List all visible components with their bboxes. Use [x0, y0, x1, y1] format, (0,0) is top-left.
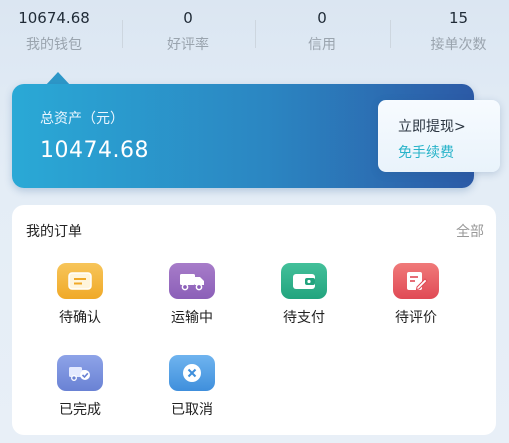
- stat-label: 我的钱包: [26, 37, 82, 53]
- fee-free-label: 免手续费: [398, 145, 454, 161]
- pending-confirm-icon: [57, 263, 103, 299]
- stat-label: 信用: [308, 37, 336, 53]
- divider: [390, 20, 391, 48]
- order-status-label: 已完成: [59, 402, 101, 418]
- divider: [255, 20, 256, 48]
- order-status-label: 已取消: [171, 402, 213, 418]
- wallet-icon: [281, 263, 327, 299]
- completed-delivery-icon: [57, 355, 103, 391]
- stat-credit[interactable]: 0 信用: [282, 8, 362, 54]
- order-status-label: 待支付: [283, 310, 325, 326]
- withdraw-button[interactable]: 立即提现> 免手续费: [378, 100, 500, 172]
- orders-title: 我的订单: [26, 224, 82, 240]
- order-status-label: 待确认: [59, 310, 101, 326]
- stat-value: 0: [183, 9, 193, 27]
- stat-wallet[interactable]: 10674.68 我的钱包: [8, 8, 100, 54]
- truck-icon: [169, 263, 215, 299]
- order-status-label: 运输中: [171, 310, 213, 326]
- asset-amount: 10474.68: [40, 138, 149, 163]
- order-status-pending-confirm[interactable]: 待确认: [40, 263, 120, 327]
- stat-label: 接单次数: [430, 37, 487, 53]
- stat-label: 好评率: [167, 37, 209, 53]
- divider: [122, 20, 123, 48]
- order-status-label: 待评价: [395, 310, 437, 326]
- asset-title: 总资产（元）: [40, 111, 124, 127]
- stat-value: 10674.68: [18, 9, 90, 27]
- stat-orders-count[interactable]: 15 接单次数: [416, 8, 501, 54]
- stat-rating[interactable]: 0 好评率: [148, 8, 228, 54]
- order-status-cancelled[interactable]: 已取消: [152, 355, 232, 419]
- order-status-pending-payment[interactable]: 待支付: [264, 263, 344, 327]
- stat-value: 15: [448, 9, 469, 27]
- order-status-completed[interactable]: 已完成: [40, 355, 120, 419]
- withdraw-label: 立即提现>: [398, 119, 466, 135]
- orders-card: 我的订单 全部 待确认 运输中 待支付 待评价 已完成 已取消: [12, 205, 496, 435]
- stats-row: 10674.68 我的钱包 0 好评率 0 信用 15 接单次数: [0, 0, 509, 60]
- cancel-icon: [169, 355, 215, 391]
- review-edit-icon: [393, 263, 439, 299]
- orders-all-link[interactable]: 全部: [456, 221, 484, 241]
- order-status-pending-review[interactable]: 待评价: [376, 263, 456, 327]
- order-status-in-transit[interactable]: 运输中: [152, 263, 232, 327]
- stat-value: 0: [317, 9, 327, 27]
